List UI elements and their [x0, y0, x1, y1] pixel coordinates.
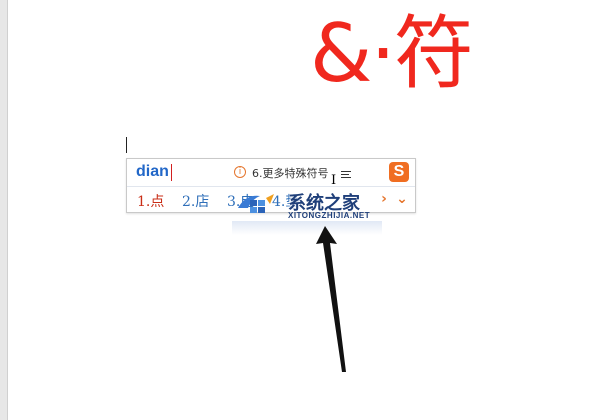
pointing-arrow: [316, 226, 346, 372]
document-canvas: &·符 dian i 6.更多特殊符号 I S 1.点 2.店 3.电 4.垫 …: [0, 0, 602, 420]
